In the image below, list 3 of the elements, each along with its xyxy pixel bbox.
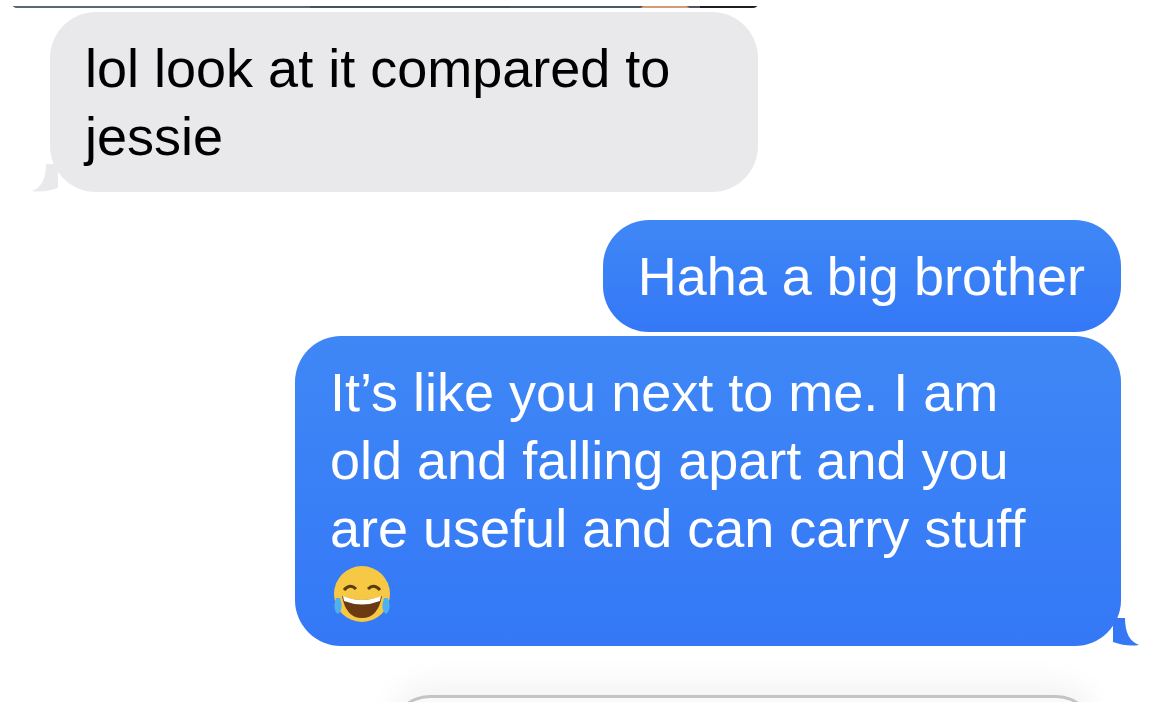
message-text: lol look at it compared to jessie [85,38,671,166]
message-text: It’s like you next to me. I am old and falling apart and you are useful and can carry stuff [330,362,1026,558]
message-text: Haha a big brother [637,246,1085,306]
